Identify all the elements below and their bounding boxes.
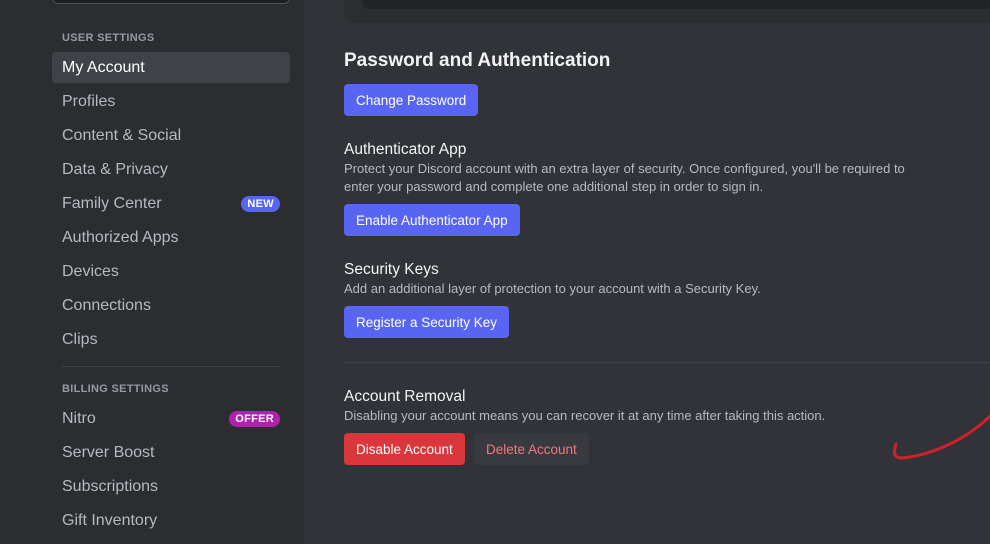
sidebar-item-devices[interactable]: Devices — [52, 256, 290, 287]
sidebar-item-authorized-apps[interactable]: Authorized Apps — [52, 222, 290, 253]
settings-sidebar: USER SETTINGS My Account Profiles Conten… — [0, 0, 304, 544]
authenticator-title: Authenticator App — [344, 141, 467, 158]
register-security-key-button[interactable]: Register a Security Key — [344, 306, 510, 338]
sidebar-divider — [62, 366, 280, 367]
sidebar-item-server-boost[interactable]: Server Boost — [52, 437, 290, 468]
change-password-button[interactable]: Change Password — [344, 84, 479, 116]
sidebar-item-label: Devices — [62, 262, 119, 280]
password-auth-title: Password and Authentication — [344, 50, 611, 71]
sidebar-item-gift-inventory[interactable]: Gift Inventory — [52, 505, 290, 536]
user-settings-header: USER SETTINGS — [62, 32, 155, 44]
account-settings-content: Password and Authentication Change Passw… — [304, 0, 990, 544]
sidebar-item-label: Clips — [62, 330, 98, 348]
offer-badge: OFFER — [229, 410, 280, 427]
sidebar-item-label: Content & Social — [62, 126, 182, 144]
sidebar-item-family-center[interactable]: Family Center NEW — [52, 188, 290, 219]
sidebar-item-label: Family Center — [62, 194, 162, 212]
sidebar-item-label: Server Boost — [62, 443, 155, 461]
sidebar-item-label: Connections — [62, 296, 151, 314]
sidebar-search-box[interactable] — [52, 0, 290, 4]
sidebar-item-label: Nitro — [62, 409, 96, 427]
delete-account-button[interactable]: Delete Account — [474, 433, 589, 465]
sidebar-item-label: Authorized Apps — [62, 228, 179, 246]
enable-authenticator-button[interactable]: Enable Authenticator App — [344, 204, 520, 236]
account-removal-description: Disabling your account means you can rec… — [344, 408, 826, 423]
security-keys-description: Add an additional layer of protection to… — [344, 281, 761, 296]
sidebar-item-label: Gift Inventory — [62, 511, 158, 529]
sidebar-item-label: Subscriptions — [62, 477, 159, 495]
sidebar-item-label: Data & Privacy — [62, 160, 168, 178]
annotation-stroke — [892, 413, 990, 460]
billing-settings-header: BILLING SETTINGS — [62, 383, 169, 395]
account-card-inner — [362, 0, 990, 9]
account-removal-title: Account Removal — [344, 388, 466, 405]
sidebar-item-profiles[interactable]: Profiles — [52, 86, 290, 117]
sidebar-item-my-account[interactable]: My Account — [52, 52, 290, 83]
authenticator-description: Protect your Discord account with an ext… — [344, 161, 905, 194]
sidebar-item-subscriptions[interactable]: Subscriptions — [52, 471, 290, 502]
sidebar-item-label: Profiles — [62, 92, 116, 110]
red-annotation-scribble — [892, 413, 990, 460]
section-divider — [344, 362, 990, 363]
sidebar-item-nitro[interactable]: Nitro OFFER — [52, 403, 290, 434]
sidebar-item-data-privacy[interactable]: Data & Privacy — [52, 154, 290, 185]
sidebar-item-content-social[interactable]: Content & Social — [52, 120, 290, 151]
sidebar-item-label: My Account — [62, 58, 145, 76]
new-badge: NEW — [241, 195, 280, 212]
disable-account-button[interactable]: Disable Account — [344, 433, 465, 465]
security-keys-title: Security Keys — [344, 261, 439, 278]
sidebar-item-connections[interactable]: Connections — [52, 290, 290, 321]
sidebar-item-clips[interactable]: Clips — [52, 324, 290, 355]
